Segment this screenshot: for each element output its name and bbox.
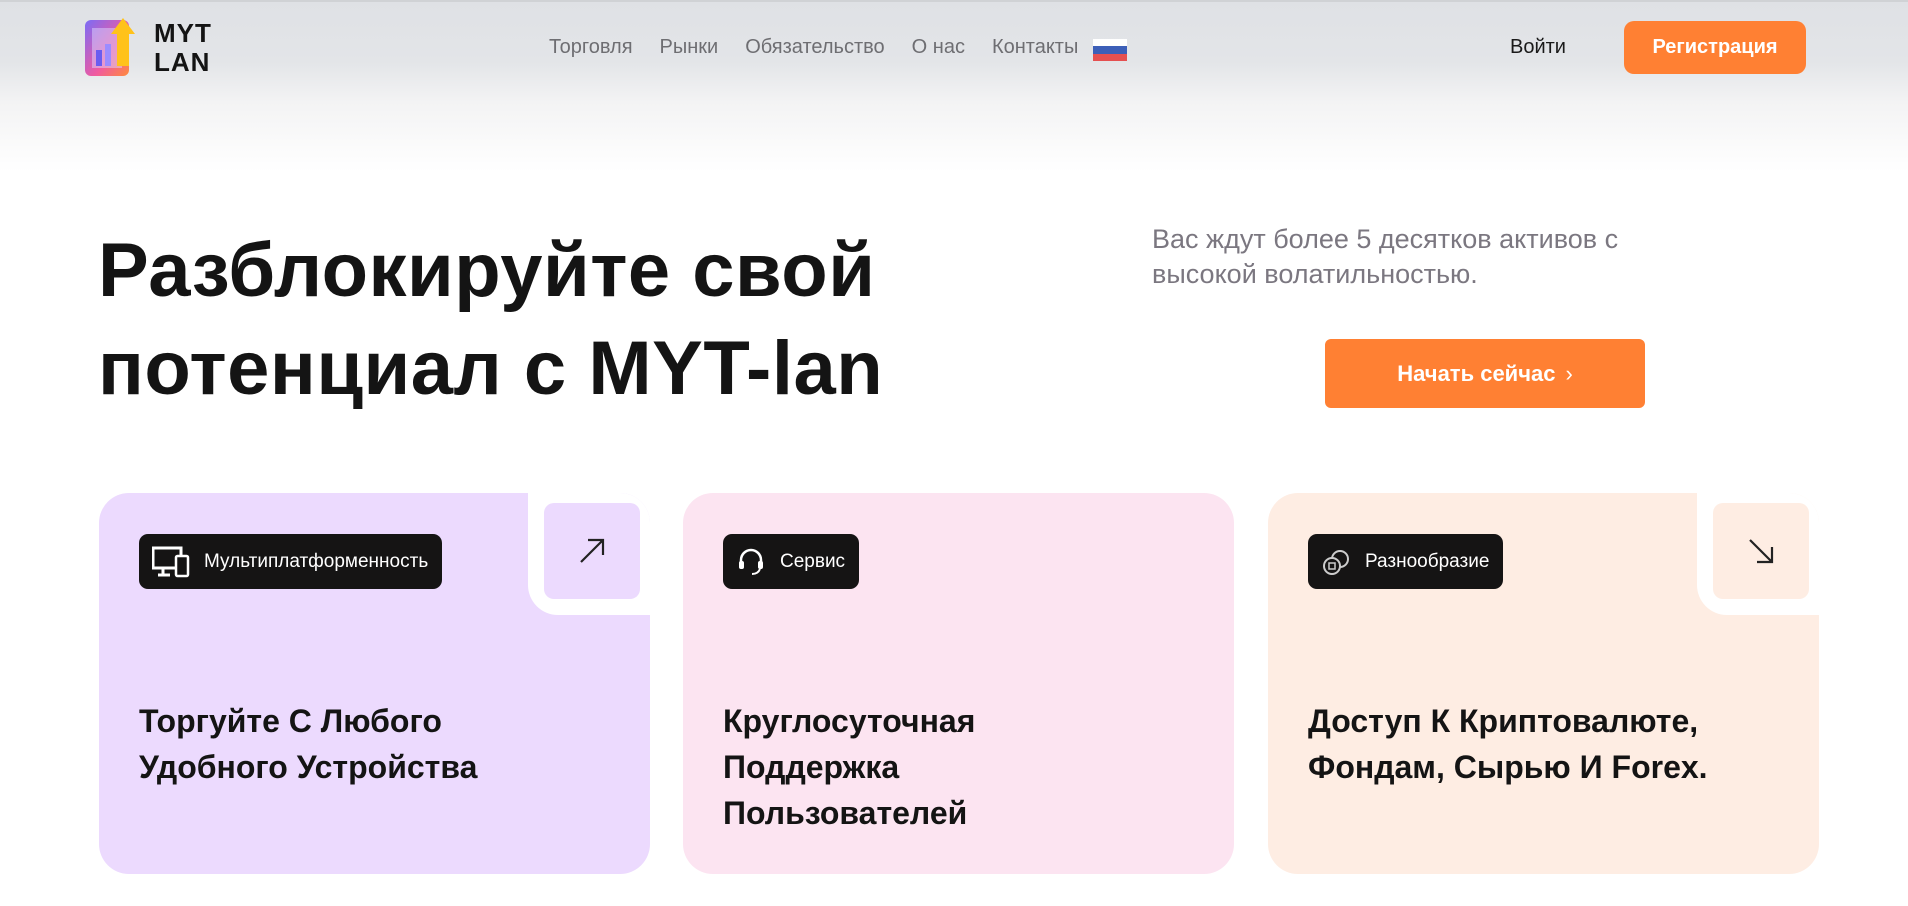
- logo-text: MYT LAN: [154, 18, 212, 77]
- header: MYT LAN Торговля Рынки Обязательство О на…: [0, 0, 1908, 170]
- nav-markets[interactable]: Рынки: [660, 36, 719, 61]
- login-link[interactable]: Войти: [1510, 36, 1566, 59]
- tag-label: Разнообразие: [1365, 550, 1490, 572]
- arrow-down-right-button[interactable]: [1713, 503, 1809, 599]
- hero-subtitle: Вас ждут более 5 десятков активов с высо…: [1152, 224, 1619, 289]
- start-now-button[interactable]: Начать сейчас ›: [1325, 339, 1645, 408]
- nav-about[interactable]: О нас: [912, 36, 965, 61]
- register-button[interactable]: Регистрация: [1624, 21, 1806, 74]
- tag-label: Мультиплатформенность: [204, 550, 429, 572]
- feature-card-multiplatform: Мультиплатформенность Торгуйте С Любого …: [99, 493, 650, 874]
- nav-trading[interactable]: Торговля: [549, 36, 633, 61]
- russian-flag-icon[interactable]: [1093, 39, 1128, 61]
- card-title: Круглосуточная Поддержка Пользователей: [723, 703, 976, 831]
- card-title: Торгуйте С Любого Удобного Устройства: [139, 703, 478, 785]
- logo-icon[interactable]: [83, 16, 143, 80]
- start-now-label: Начать сейчас: [1397, 360, 1556, 386]
- tag-label: Сервис: [780, 550, 846, 572]
- headset-icon: [739, 548, 763, 575]
- nav-contacts[interactable]: Контакты: [992, 36, 1078, 61]
- coins-icon: [1323, 549, 1349, 575]
- devices-icon: [152, 546, 190, 577]
- nav-commitment[interactable]: Обязательство: [745, 36, 884, 61]
- main-nav: Торговля Рынки Обязательство О нас Конта…: [549, 36, 1128, 61]
- card-notch: [1697, 493, 1819, 615]
- card-title: Доступ К Криптовалюте, Фондам, Сырью И F…: [1308, 703, 1708, 785]
- tag-pill: Разнообразие: [1308, 534, 1504, 589]
- arrow-down-right-icon: [1749, 539, 1774, 564]
- tag-pill: Сервис: [723, 534, 860, 589]
- arrow-up-right-button[interactable]: [544, 503, 640, 599]
- card-notch: [528, 493, 650, 615]
- tag-pill: Мультиплатформенность: [139, 534, 443, 589]
- hero-title: Разблокируйте свой потенциал с MYT-lan: [98, 228, 884, 411]
- chevron-right-icon: ›: [1565, 360, 1573, 386]
- feature-card-service: Сервис Круглосуточная Поддержка Пользова…: [683, 493, 1234, 874]
- arrow-up-right-icon: [580, 538, 605, 563]
- feature-card-diversity: Разнообразие Доступ К Криптовалюте, Фонд…: [1268, 493, 1819, 874]
